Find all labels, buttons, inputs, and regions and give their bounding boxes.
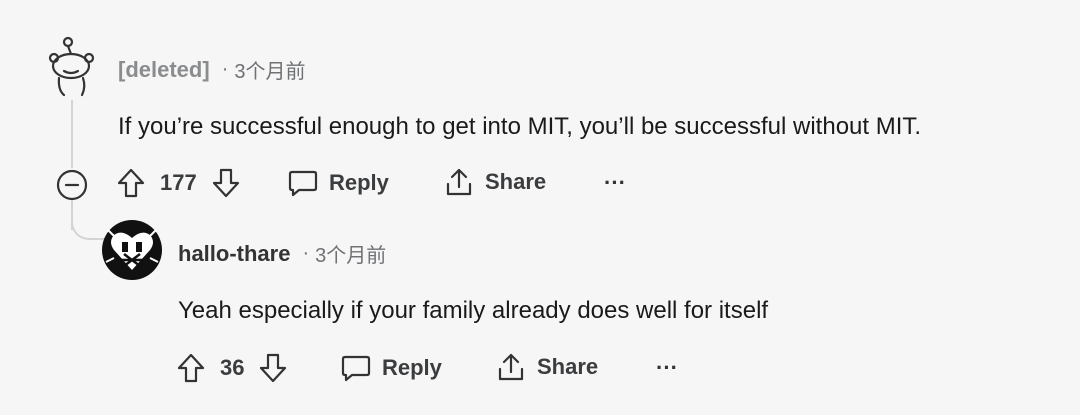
separator: · xyxy=(221,58,229,80)
reply-header: hallo-thare · 3个月前 xyxy=(178,239,386,268)
collapse-button[interactable] xyxy=(55,168,89,202)
share-button[interactable]: Share xyxy=(495,351,598,383)
reply-label: Reply xyxy=(382,355,442,380)
comment-body: If you’re successful enough to get into … xyxy=(118,113,922,140)
share-label: Share xyxy=(537,354,599,379)
downvote-arrow-icon xyxy=(212,168,239,198)
downvote-arrow-icon xyxy=(260,353,287,383)
author-name[interactable]: hallo-thare xyxy=(178,241,290,267)
share-icon xyxy=(446,168,472,196)
timestamp[interactable]: 3个月前 xyxy=(315,239,386,268)
upvote-button[interactable] xyxy=(116,167,146,199)
author-name[interactable]: [deleted] xyxy=(118,57,210,83)
share-button[interactable]: Share xyxy=(443,166,546,198)
downvote-button[interactable] xyxy=(211,167,241,199)
timestamp[interactable]: 3个月前 xyxy=(234,55,305,84)
vote-count: 36 xyxy=(220,355,245,380)
share-label: Share xyxy=(485,169,547,194)
vote-group: 36 xyxy=(176,352,288,384)
minus-circle-icon xyxy=(56,169,88,201)
share-icon xyxy=(498,353,524,381)
thread-curve xyxy=(71,218,105,240)
reply-button[interactable]: Reply xyxy=(287,168,389,198)
reply-label: Reply xyxy=(329,170,389,195)
more-options-button[interactable]: ··· xyxy=(604,170,626,196)
vote-count: 177 xyxy=(160,170,197,195)
upvote-button[interactable] xyxy=(176,352,206,384)
heart-avatar-icon xyxy=(102,220,162,280)
deleted-snoo-icon xyxy=(48,36,95,97)
reply-body: Yeah especially if your family already d… xyxy=(178,297,769,324)
separator: · xyxy=(302,242,310,264)
avatar[interactable] xyxy=(102,220,162,280)
more-options-button[interactable]: ··· xyxy=(656,355,678,381)
avatar[interactable] xyxy=(46,35,98,97)
vote-group: 177 xyxy=(116,167,241,199)
upvote-arrow-icon xyxy=(177,353,205,383)
comment-bubble-icon xyxy=(288,170,318,197)
upvote-arrow-icon xyxy=(117,168,145,198)
comment-header: [deleted] · 3个月前 xyxy=(118,55,305,84)
comment-bubble-icon xyxy=(341,355,371,382)
downvote-button[interactable] xyxy=(258,352,288,384)
thread-line-top xyxy=(71,100,73,168)
reply-button[interactable]: Reply xyxy=(340,353,442,383)
